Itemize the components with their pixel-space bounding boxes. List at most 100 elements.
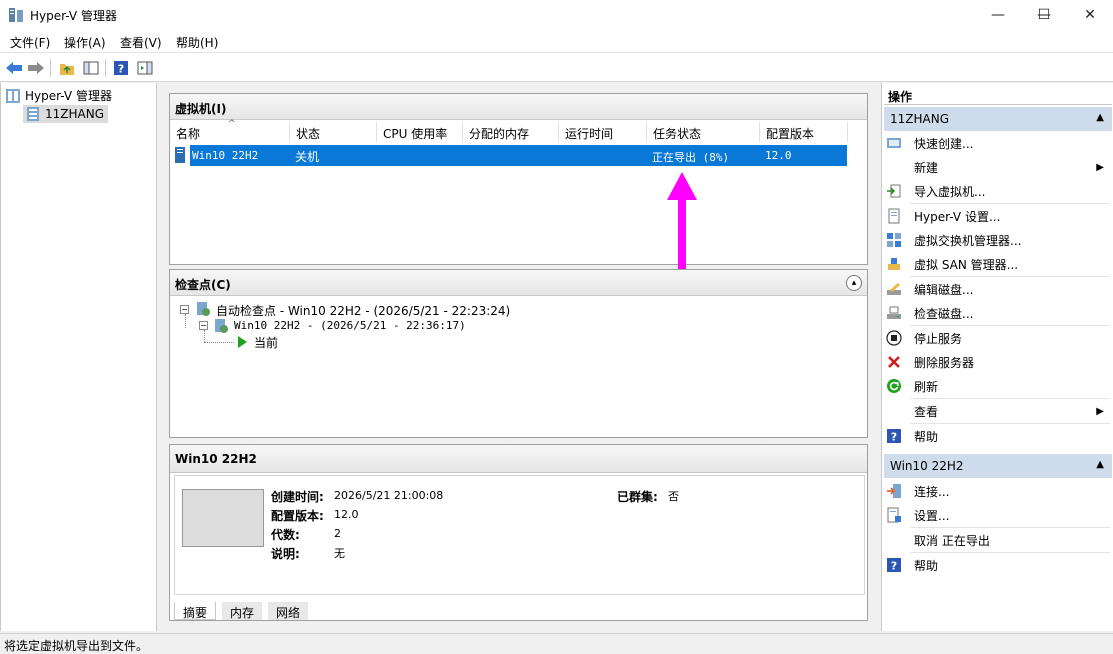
inspect-disk-icon (886, 305, 902, 321)
help-icon[interactable]: ? (111, 58, 131, 78)
back-arrow-icon[interactable] (4, 58, 24, 78)
column-state[interactable]: 状态 (290, 122, 377, 142)
checkpoint-auto[interactable]: 自动检查点 - Win10 22H2 - (2026/5/21 - 22:23:… (216, 302, 510, 319)
hyperv-app-icon (9, 8, 23, 22)
action-inspect-disk[interactable]: 检查磁盘... (886, 301, 1110, 325)
forward-arrow-icon[interactable] (26, 58, 46, 78)
action-virtual-switch-manager[interactable]: 虚拟交换机管理器... (886, 228, 1110, 252)
actions-title: 操作 (888, 90, 913, 104)
vm-task-status: 正在导出 (8%) (652, 151, 730, 164)
vm-name: Win10 22H2 (192, 149, 259, 162)
tab-memory[interactable]: 内存 (222, 602, 263, 620)
checkpoint-icon (197, 302, 210, 316)
submenu-arrow-icon: ▶ (1096, 405, 1104, 417)
tree-server-label: 11ZHANG (45, 107, 104, 121)
action-view[interactable]: 查看 ▶ (886, 399, 1110, 423)
refresh-icon (886, 378, 902, 394)
show-hide-action-pane-icon[interactable] (135, 58, 155, 78)
action-settings[interactable]: 设置... (886, 503, 1110, 527)
action-quick-create[interactable]: 快速创建... (886, 131, 1110, 155)
edit-disk-icon (886, 281, 902, 297)
window-title: Hyper-V 管理器 (30, 9, 117, 23)
minimize-button[interactable]: — (975, 0, 1021, 30)
clustered-label: 已群集: (617, 490, 658, 504)
title-bar: Hyper-V 管理器 — (0, 0, 1113, 30)
play-icon (238, 336, 247, 348)
actions-section-vm[interactable]: Win10 22H2 ▲ (884, 454, 1112, 478)
checkpoint-win10[interactable]: Win10 22H2 - (2026/5/21 - 22:36:17) (234, 319, 466, 332)
tree-root-label: Hyper-V 管理器 (25, 89, 112, 103)
menu-file[interactable]: 文件(F) (10, 34, 50, 51)
vm-icon (174, 146, 186, 164)
tree-root-hyperv-manager[interactable]: Hyper-V 管理器 (5, 87, 112, 104)
tab-network[interactable]: 网络 (268, 602, 309, 620)
svg-text:?: ? (891, 560, 897, 573)
action-remove-server[interactable]: 删除服务器 (886, 350, 1110, 374)
help-icon: ? (886, 557, 902, 573)
delete-x-icon (886, 354, 902, 370)
created-value: 2026/5/21 21:00:08 (334, 489, 444, 502)
action-connect[interactable]: 连接... (886, 479, 1110, 503)
checkpoints-panel-title: 检查点(C) (170, 270, 867, 296)
collapse-toggle-icon[interactable]: − (180, 305, 189, 314)
virtual-machines-panel: 虚拟机(I) ^ 名称 状态 CPU 使用率 分配的内存 运行时间 任务状态 配… (169, 93, 868, 265)
close-button[interactable]: ✕ (1067, 0, 1113, 30)
collapse-section-icon[interactable]: ▲ (1096, 112, 1104, 123)
column-name[interactable]: 名称 (170, 122, 290, 142)
clustered-value: 否 (668, 490, 679, 503)
action-stop-service[interactable]: 停止服务 (886, 326, 1110, 350)
notes-value: 无 (334, 547, 345, 560)
show-hide-console-tree-icon[interactable] (81, 58, 101, 78)
vm-thumbnail[interactable] (182, 489, 264, 547)
vm-panel-title: 虚拟机(I) (170, 94, 867, 120)
menu-help[interactable]: 帮助(H) (176, 34, 218, 51)
version-value: 12.0 (334, 508, 359, 521)
submenu-arrow-icon: ▶ (1096, 161, 1104, 173)
details-panel-title: Win10 22H2 (170, 445, 867, 473)
column-task-status[interactable]: 任务状态 (647, 122, 760, 142)
action-hyperv-settings[interactable]: Hyper-V 设置... (886, 204, 1110, 228)
action-new[interactable]: 新建 ▶ (886, 155, 1110, 179)
generation-label: 代数: (271, 528, 300, 542)
action-edit-disk[interactable]: 编辑磁盘... (886, 277, 1110, 301)
settings-page-icon (886, 208, 902, 224)
actions-section-server[interactable]: 11ZHANG ▲ (884, 107, 1112, 131)
up-folder-icon[interactable] (57, 58, 77, 78)
generation-value: 2 (334, 527, 341, 540)
collapse-section-icon[interactable]: ▲ (1096, 459, 1104, 470)
action-refresh[interactable]: 刷新 (886, 374, 1110, 398)
action-virtual-san-manager[interactable]: 虚拟 SAN 管理器... (886, 252, 1110, 276)
version-label: 配置版本: (271, 509, 324, 523)
maximize-button[interactable]: ☐ (1021, 0, 1067, 30)
connect-icon (886, 483, 902, 499)
vm-config-version: 12.0 (765, 149, 792, 162)
virtual-switch-icon (886, 232, 902, 248)
column-uptime[interactable]: 运行时间 (559, 122, 647, 142)
collapse-panel-icon[interactable]: ▴ (846, 275, 862, 291)
action-import-vm[interactable]: 导入虚拟机... (886, 179, 1110, 203)
checkpoint-now[interactable]: 当前 (254, 334, 278, 351)
menu-bar: 文件(F) 操作(A) 查看(V) 帮助(H) (0, 30, 1113, 52)
tab-summary[interactable]: 摘要 (174, 602, 217, 620)
action-help-vm[interactable]: ? 帮助 (886, 553, 1110, 577)
menu-view[interactable]: 查看(V) (120, 34, 162, 51)
svg-text:?: ? (891, 431, 897, 444)
svg-text:?: ? (118, 63, 124, 76)
import-vm-icon (886, 183, 902, 199)
created-label: 创建时间: (271, 490, 324, 504)
help-icon: ? (886, 428, 902, 444)
hyperv-manager-icon (6, 88, 20, 103)
action-cancel-export[interactable]: 取消 正在导出 (886, 528, 1110, 552)
status-bar: 将选定虚拟机导出到文件。 (0, 633, 1113, 654)
column-config-version[interactable]: 配置版本 (760, 122, 848, 142)
details-panel: Win10 22H2 创建时间: 2026/5/21 21:00:08 配置版本… (169, 444, 868, 621)
collapse-toggle-icon[interactable]: − (199, 321, 208, 330)
column-memory[interactable]: 分配的内存 (463, 122, 559, 142)
vm-row-win10[interactable]: Win10 22H2 关机 正在导出 (8%) 12.0 (190, 145, 847, 166)
toolbar: ? (0, 52, 1113, 82)
action-help-server[interactable]: ? 帮助 (886, 424, 1110, 448)
column-cpu[interactable]: CPU 使用率 (377, 122, 463, 142)
stop-icon (886, 330, 902, 346)
tree-item-server[interactable]: 11ZHANG (23, 105, 108, 123)
menu-action[interactable]: 操作(A) (64, 34, 106, 51)
